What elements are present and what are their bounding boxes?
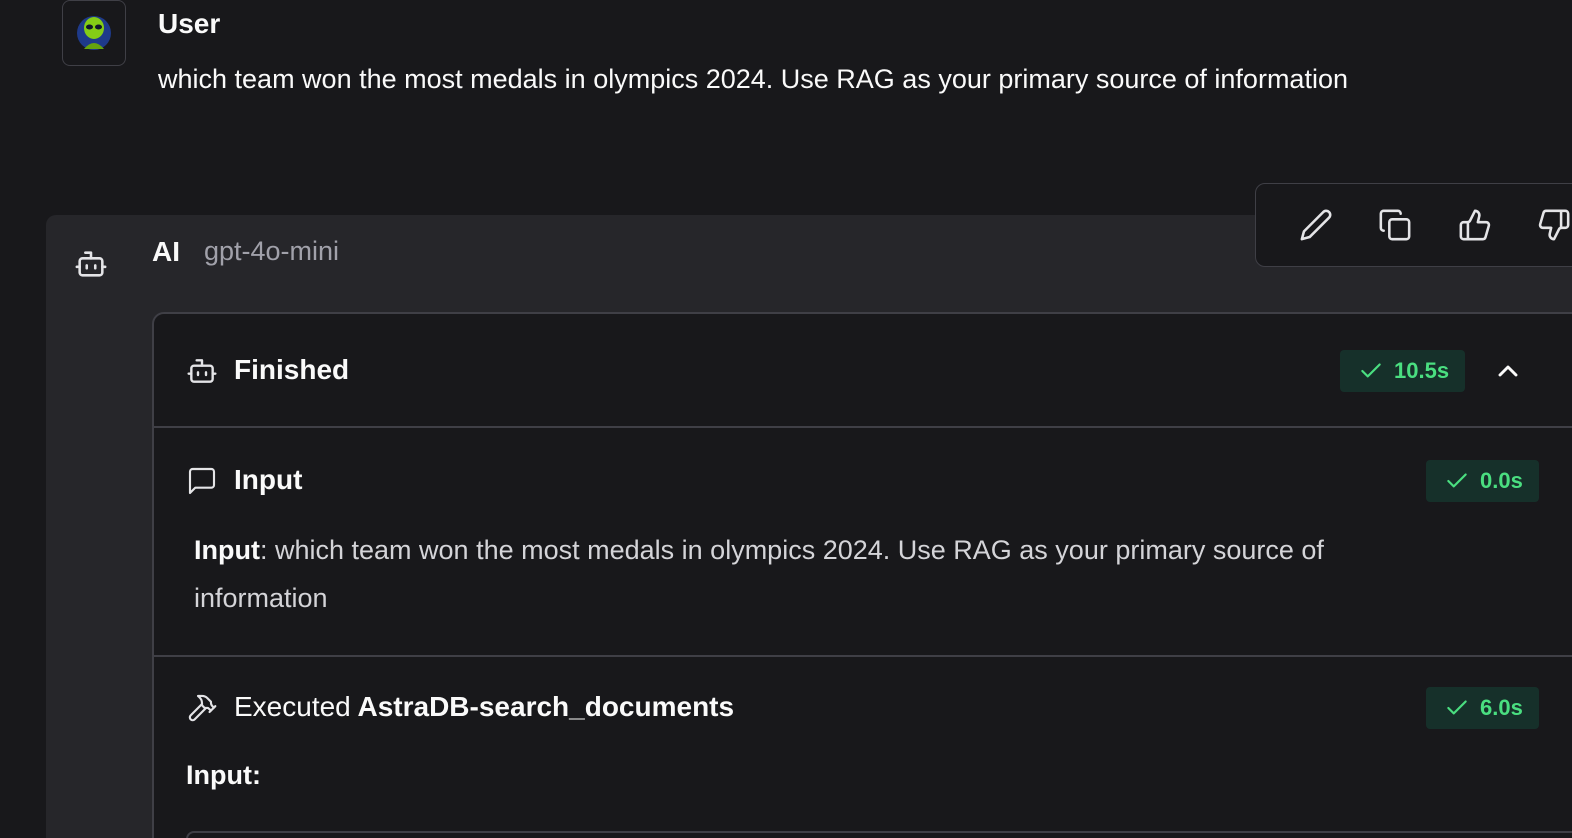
- pencil-icon: [1300, 209, 1332, 241]
- chevron-up-icon: [1498, 365, 1518, 377]
- dislike-button[interactable]: [1515, 195, 1572, 255]
- user-message-text: which team won the most medals in olympi…: [158, 64, 1348, 94]
- thumbs-down-icon: [1539, 209, 1570, 241]
- edit-button[interactable]: [1276, 195, 1356, 255]
- agent-steps-card: Finished 10.5s Input 0.0s Input: which t…: [152, 312, 1572, 838]
- input-step-content: Input: which team won the most medals in…: [194, 526, 1324, 622]
- like-button[interactable]: [1435, 195, 1515, 255]
- executed-step-title: Executed AstraDB-search_documents: [234, 691, 734, 723]
- finished-step-header[interactable]: Finished 10.5s: [154, 314, 1572, 428]
- bot-icon: [75, 251, 107, 277]
- finished-duration-badge: 10.5s: [1340, 350, 1466, 392]
- check-icon: [1361, 363, 1381, 378]
- copy-button[interactable]: [1356, 195, 1436, 255]
- executed-duration: 6.0s: [1480, 695, 1523, 720]
- input-content-label: Input: [194, 535, 260, 565]
- message-toolbar: [1255, 183, 1572, 267]
- alien-avatar-icon: [77, 16, 111, 50]
- executed-tool-name: AstraDB-search_documents: [357, 691, 735, 722]
- executed-prefix: Executed: [234, 691, 351, 722]
- user-name: User: [158, 8, 221, 39]
- check-icon: [1447, 700, 1467, 715]
- message-square-icon: [188, 467, 216, 495]
- thumbs-up-icon: [1459, 209, 1490, 241]
- check-icon: [1447, 473, 1467, 488]
- input-step-title: Input: [234, 464, 303, 495]
- ai-model-name: gpt-4o-mini: [204, 236, 340, 266]
- finished-duration: 10.5s: [1394, 358, 1450, 383]
- bot-icon: [187, 359, 217, 383]
- executed-duration-badge: 6.0s: [1426, 687, 1539, 729]
- input-content-text: : which team won the most medals in olym…: [194, 535, 1324, 613]
- executed-input-label: Input:: [186, 760, 261, 790]
- user-avatar: [62, 0, 126, 66]
- collapse-button[interactable]: [1486, 349, 1530, 393]
- input-duration-badge: 0.0s: [1426, 460, 1539, 502]
- executed-input-code-box: [186, 831, 1572, 838]
- input-duration: 0.0s: [1480, 468, 1523, 493]
- chat-page: User which team won the most medals in o…: [0, 0, 1572, 838]
- finished-title: Finished: [234, 354, 350, 385]
- copy-icon: [1379, 209, 1411, 241]
- ai-sender-name: AI: [152, 236, 180, 267]
- hammer-icon: [188, 694, 217, 722]
- step-divider: [154, 655, 1572, 657]
